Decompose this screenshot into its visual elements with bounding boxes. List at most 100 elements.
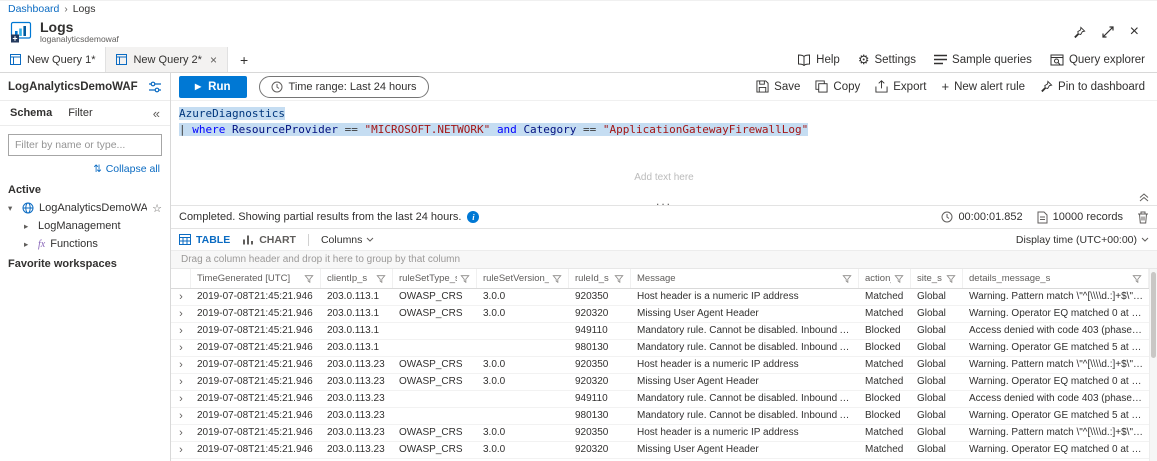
table-row[interactable]: ›2019-07-08T21:45:21.946203.0.113.23OWAS… <box>171 425 1149 442</box>
close-icon[interactable]: × <box>1130 24 1139 40</box>
info-icon[interactable]: i <box>467 211 479 223</box>
row-expand-icon[interactable]: › <box>171 442 191 458</box>
column-header-details-message-s[interactable]: details_message_s <box>963 269 1149 288</box>
favorite-star-icon[interactable]: ☆ <box>152 202 162 215</box>
cell: Host header is a numeric IP address <box>631 357 859 373</box>
table-row[interactable]: ›2019-07-08T21:45:21.946203.0.113.23OWAS… <box>171 442 1149 459</box>
column-header-clientip-s[interactable]: clientIp_s <box>321 269 393 288</box>
row-expand-icon[interactable]: › <box>171 357 191 373</box>
cell: Missing User Agent Header <box>631 374 859 390</box>
column-header-action-s[interactable]: action_s <box>859 269 911 288</box>
cell: 2019-07-08T21:45:21.946 <box>191 442 321 458</box>
sample-queries-button[interactable]: Sample queries <box>934 54 1032 66</box>
chevron-right-icon[interactable]: ▸ <box>24 221 33 232</box>
breadcrumb-dashboard-link[interactable]: Dashboard <box>8 3 59 15</box>
row-expand-icon[interactable]: › <box>171 374 191 390</box>
filter-icon[interactable] <box>614 274 624 284</box>
filter-icon[interactable] <box>552 274 562 284</box>
time-range-picker[interactable]: Time range: Last 24 hours <box>259 76 429 98</box>
table-row[interactable]: ›2019-07-08T21:45:21.946203.0.113.239801… <box>171 408 1149 425</box>
cell: Warning. Operator EQ matched 0 at REQUES… <box>963 442 1149 458</box>
table-row[interactable]: ›2019-07-08T21:45:21.946203.0.113.1OWASP… <box>171 289 1149 306</box>
scrollbar-thumb[interactable] <box>1151 272 1156 358</box>
column-header-timegenerated-utc[interactable]: TimeGenerated [UTC] <box>191 269 321 288</box>
copy-button[interactable]: Copy <box>815 80 860 93</box>
row-expand-icon[interactable]: › <box>171 391 191 407</box>
tab-new-query-2[interactable]: New Query 2* × <box>106 47 228 72</box>
cell: 203.0.113.23 <box>321 425 393 441</box>
collapse-all-button[interactable]: ⇅ Collapse all <box>0 158 170 179</box>
filter-icon[interactable] <box>1132 274 1142 284</box>
code-line[interactable]: | where ResourceProvider == "MICROSOFT.N… <box>179 122 1157 138</box>
workspace-title: LogAnalyticsDemoWAF <box>8 81 138 93</box>
column-header-rulesetversion-s[interactable]: ruleSetVersion_s <box>477 269 569 288</box>
editor-splitter-handle[interactable]: ... <box>171 196 1157 205</box>
save-button[interactable]: Save <box>756 80 800 93</box>
column-header-message[interactable]: Message <box>631 269 859 288</box>
code-line[interactable]: AzureDiagnostics <box>179 106 1157 122</box>
cell: 2019-07-08T21:45:21.946 <box>191 289 321 305</box>
columns-dropdown[interactable]: Columns <box>321 234 374 246</box>
collapse-sidebar-icon[interactable]: « <box>153 106 160 121</box>
row-expand-icon[interactable]: › <box>171 323 191 339</box>
collapse-editor-icon[interactable] <box>1139 193 1149 202</box>
filter-icon[interactable] <box>842 274 852 284</box>
column-header-site-s[interactable]: site_s <box>911 269 963 288</box>
row-expand-icon[interactable]: › <box>171 408 191 424</box>
table-row[interactable]: ›2019-07-08T21:45:21.946203.0.113.194911… <box>171 323 1149 340</box>
settings-button[interactable]: ⚙ Settings <box>858 53 916 66</box>
column-label: ruleSetType_s <box>399 273 457 284</box>
schema-search-input[interactable] <box>8 134 162 156</box>
tab-filter[interactable]: Filter <box>68 107 92 119</box>
table-row[interactable]: ›2019-07-08T21:45:21.946203.0.113.1OWASP… <box>171 306 1149 323</box>
trash-icon[interactable] <box>1137 211 1149 224</box>
cell: 949110 <box>569 391 631 407</box>
filter-icon[interactable] <box>460 274 470 284</box>
vertical-scrollbar[interactable] <box>1149 269 1157 461</box>
cell: Warning. Operator EQ matched 0 at REQUES… <box>963 306 1149 322</box>
group-by-bar[interactable]: Drag a column header and drop it here to… <box>171 251 1157 269</box>
query-explorer-button[interactable]: Query explorer <box>1050 54 1145 66</box>
cell: 203.0.113.23 <box>321 391 393 407</box>
chart-view-toggle[interactable]: CHART <box>242 234 296 246</box>
display-time-dropdown[interactable]: Display time (UTC+00:00) <box>1016 234 1149 246</box>
export-button[interactable]: Export <box>875 80 926 93</box>
query-editor[interactable]: AzureDiagnostics| where ResourceProvider… <box>171 101 1157 205</box>
column-header-rulesettype-s[interactable]: ruleSetType_s <box>393 269 477 288</box>
help-button[interactable]: Help <box>797 54 840 66</box>
row-expand-icon[interactable]: › <box>171 425 191 441</box>
filter-icon[interactable] <box>376 274 386 284</box>
add-text-hint[interactable]: Add text here <box>171 172 1157 183</box>
collapse-all-icon: ⇅ <box>93 164 101 175</box>
tree-item-functions[interactable]: ▸ fx Functions <box>0 235 170 253</box>
row-expand-icon[interactable]: › <box>171 306 191 322</box>
filter-icon[interactable] <box>946 274 956 284</box>
row-expand-icon[interactable]: › <box>171 289 191 305</box>
chevron-down-icon[interactable]: ▾ <box>8 203 17 214</box>
table-row[interactable]: ›2019-07-08T21:45:21.946203.0.113.23OWAS… <box>171 357 1149 374</box>
table-row[interactable]: ›2019-07-08T21:45:21.946203.0.113.239491… <box>171 391 1149 408</box>
title-block: Logs loganalyticsdemowaf <box>40 19 119 45</box>
tree-item-workspace[interactable]: ▾ LogAnalyticsDemoWAF ☆ <box>0 199 170 217</box>
scope-settings-icon[interactable] <box>148 81 162 93</box>
filter-icon[interactable] <box>304 274 314 284</box>
filter-icon[interactable] <box>894 274 904 284</box>
table-row[interactable]: ›2019-07-08T21:45:21.946203.0.113.23OWAS… <box>171 374 1149 391</box>
new-alert-rule-button[interactable]: + New alert rule <box>942 80 1026 93</box>
tab-close-icon[interactable]: × <box>210 53 217 67</box>
row-expand-icon[interactable]: › <box>171 340 191 356</box>
pin-to-dashboard-button[interactable]: Pin to dashboard <box>1040 80 1145 93</box>
new-query-tab-button[interactable]: + <box>228 47 260 72</box>
column-header-ruleid-s[interactable]: ruleId_s <box>569 269 631 288</box>
maximize-icon[interactable] <box>1102 26 1114 38</box>
cell: 2019-07-08T21:45:21.946 <box>191 340 321 356</box>
pin-icon[interactable] <box>1073 26 1086 39</box>
tab-new-query-1[interactable]: New Query 1* <box>0 47 106 72</box>
query-code[interactable]: AzureDiagnostics| where ResourceProvider… <box>179 106 1157 138</box>
tab-schema[interactable]: Schema <box>10 107 52 119</box>
run-button[interactable]: ▶ Run <box>179 76 247 98</box>
table-row[interactable]: ›2019-07-08T21:45:21.946203.0.113.198013… <box>171 340 1149 357</box>
tree-item-log-management[interactable]: ▸ LogManagement <box>0 217 170 235</box>
chevron-right-icon[interactable]: ▸ <box>24 239 33 250</box>
table-view-toggle[interactable]: TABLE <box>179 234 230 246</box>
